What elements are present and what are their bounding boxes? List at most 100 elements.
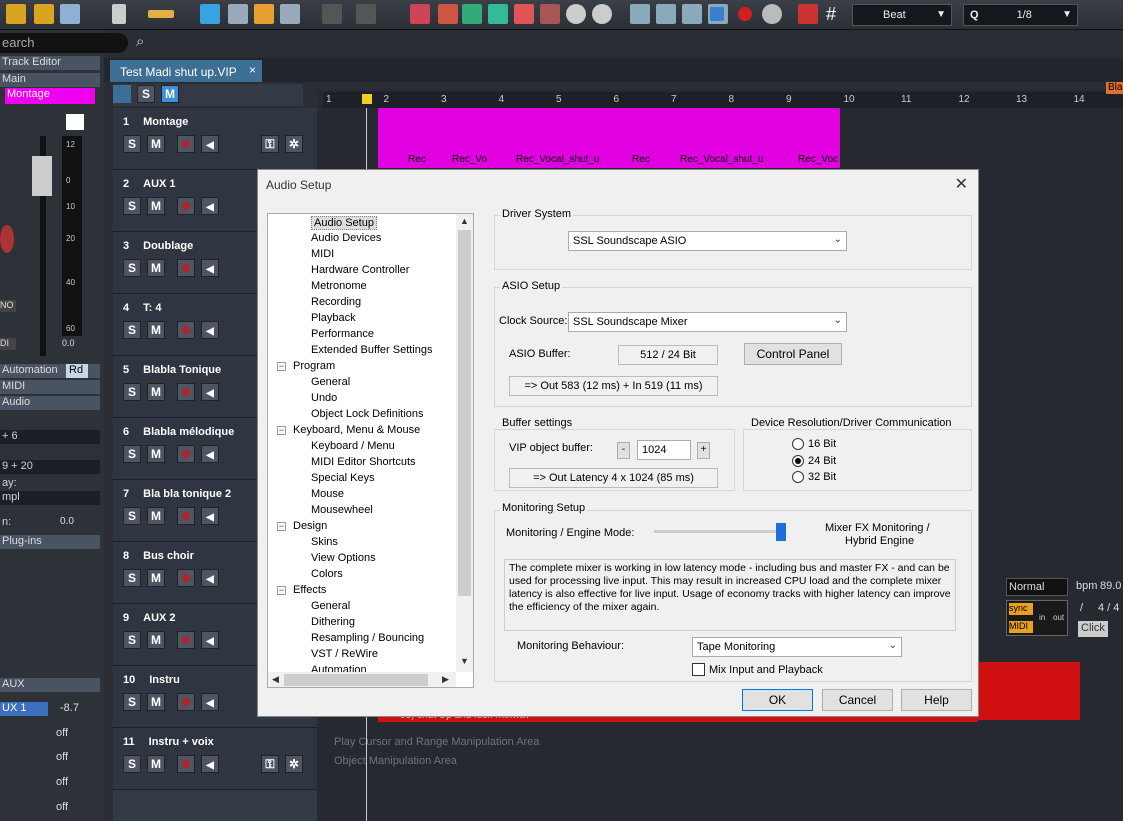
send-off-3[interactable]: off — [56, 776, 68, 788]
tree-item[interactable]: Colors — [311, 568, 343, 580]
aux1-send[interactable]: UX 1 — [0, 702, 48, 716]
tree-item[interactable]: Mousewheel — [311, 504, 373, 516]
range-tool-icon[interactable] — [148, 10, 174, 18]
record-arm-button[interactable] — [177, 197, 195, 215]
search-icon[interactable]: ⌕ — [136, 33, 154, 51]
record-arm-button[interactable] — [177, 693, 195, 711]
search-input[interactable]: earch — [0, 33, 128, 53]
tree-collapse-icon[interactable]: − — [277, 426, 286, 435]
record-arm-button[interactable] — [177, 383, 195, 401]
open-folder-icon[interactable] — [34, 4, 54, 24]
save-icon[interactable] — [60, 4, 80, 24]
marker-i-icon[interactable] — [438, 4, 458, 24]
fx-gear-icon[interactable]: ✲ — [285, 135, 303, 153]
click-button[interactable]: Click — [1078, 621, 1108, 637]
solo-button[interactable]: S — [123, 693, 141, 711]
monitoring-behaviour-select[interactable]: Tape Monitoring ⌄ — [692, 637, 902, 657]
tree-item[interactable]: General — [311, 600, 350, 612]
ampl-field[interactable]: mpl — [0, 491, 100, 505]
loop-icon[interactable] — [656, 4, 676, 24]
pan-knob[interactable] — [0, 225, 14, 253]
record-arm-button[interactable] — [177, 569, 195, 587]
tree-item[interactable]: MIDI — [311, 248, 334, 260]
fx-gear-icon[interactable]: ✲ — [285, 755, 303, 773]
record-arm-button[interactable] — [177, 445, 195, 463]
scroll-down-icon[interactable]: ▼ — [460, 656, 469, 666]
track-select[interactable]: Montage — [5, 88, 95, 104]
tree-horizontal-scrollbar[interactable]: ◀ ▶ — [268, 672, 456, 687]
tree-item[interactable]: Keyboard / Menu — [311, 440, 395, 452]
quantize-select[interactable]: Q 1/8 ▼ — [963, 4, 1078, 26]
marker-s-icon[interactable] — [462, 4, 482, 24]
marker-bla[interactable]: Bla — [1106, 82, 1123, 94]
audio-clip-red[interactable] — [976, 662, 1080, 720]
cut-tool-icon[interactable] — [200, 4, 220, 24]
tree-item[interactable]: MIDI Editor Shortcuts — [311, 456, 416, 468]
mute-button[interactable]: M — [147, 569, 165, 587]
marker-bar-icon[interactable] — [540, 4, 560, 24]
monitor-speaker-button[interactable]: ◀ — [201, 569, 219, 587]
mute-button[interactable]: M — [147, 197, 165, 215]
send-off-4[interactable]: off — [56, 801, 68, 813]
tree-item[interactable]: Audio Devices — [311, 232, 381, 244]
undo-icon[interactable] — [322, 4, 342, 24]
tree-item[interactable]: Undo — [311, 392, 337, 404]
tree-collapse-icon[interactable]: − — [277, 586, 286, 595]
range-start-icon[interactable] — [630, 4, 650, 24]
monitor-speaker-button[interactable]: ◀ — [201, 693, 219, 711]
tree-item[interactable]: Skins — [311, 536, 338, 548]
tree-item[interactable]: Playback — [311, 312, 356, 324]
mix-input-checkbox[interactable] — [692, 663, 705, 676]
tree-item[interactable]: Audio Setup — [311, 216, 377, 230]
monitor-speaker-button[interactable]: ◀ — [201, 755, 219, 773]
speaker-icon[interactable] — [66, 114, 84, 130]
stop-icon[interactable] — [710, 7, 724, 21]
solo-all-button[interactable]: S — [137, 85, 155, 103]
audio-clip-montage[interactable]: Rec Rec_Vo Rec_Vocal_shut_u Rec Rec_Vocal_sh… — [378, 108, 840, 168]
tree-vertical-scrollbar[interactable]: ▲ ▼ — [456, 214, 473, 672]
output-select[interactable]: 9 + 20 — [0, 460, 100, 474]
ok-button[interactable]: OK — [742, 689, 813, 711]
close-icon[interactable]: ✕ — [955, 174, 968, 194]
tree-scroll-thumb[interactable] — [458, 230, 471, 596]
no-button[interactable]: NO — [0, 300, 16, 312]
record-arm-button[interactable] — [177, 321, 195, 339]
solo-button[interactable]: S — [123, 383, 141, 401]
distribute-icon[interactable] — [280, 4, 300, 24]
tree-item[interactable]: Dithering — [311, 616, 355, 628]
read-mode-button[interactable]: Rd — [66, 364, 88, 378]
volume-fader-handle[interactable] — [32, 156, 52, 196]
marker-e-icon[interactable] — [514, 4, 534, 24]
monitor-speaker-button[interactable]: ◀ — [201, 135, 219, 153]
tree-collapse-icon[interactable]: − — [277, 362, 286, 371]
mute-button[interactable]: M — [147, 445, 165, 463]
solo-button[interactable]: S — [123, 569, 141, 587]
driver-system-select[interactable]: SSL Soundscape ASIO ⌄ — [568, 231, 847, 251]
help-button[interactable]: Help — [901, 689, 972, 711]
radio-16-bit[interactable] — [792, 438, 804, 450]
tree-item[interactable]: General — [311, 376, 350, 388]
mute-button[interactable]: M — [147, 135, 165, 153]
solo-button[interactable]: S — [123, 135, 141, 153]
tree-item[interactable]: Keyboard, Menu & Mouse — [293, 424, 420, 436]
input-select[interactable]: + 6 — [0, 430, 100, 444]
solo-button[interactable]: S — [123, 259, 141, 277]
tree-collapse-icon[interactable]: − — [277, 522, 286, 531]
radio-24-bit[interactable] — [792, 455, 804, 467]
timeline-ruler[interactable]: 1 2 3 4 5 6 7 8 9 10 11 12 13 14 — [323, 92, 1123, 108]
settings-gear-icon[interactable] — [762, 4, 782, 24]
tree-item[interactable]: Effects — [293, 584, 326, 596]
clock-source-select[interactable]: SSL Soundscape Mixer ⌄ — [568, 312, 847, 332]
magnet-icon[interactable] — [798, 4, 818, 24]
mute-button[interactable]: M — [147, 631, 165, 649]
tree-item[interactable]: Resampling / Bouncing — [311, 632, 424, 644]
record-arm-button[interactable] — [177, 755, 195, 773]
snap-icon[interactable] — [228, 4, 248, 24]
mute-button[interactable]: M — [147, 321, 165, 339]
tree-item[interactable]: Recording — [311, 296, 361, 308]
buffer-increment-button[interactable]: + — [697, 442, 710, 459]
tree-item[interactable]: Object Lock Definitions — [311, 408, 424, 420]
monitor-speaker-button[interactable]: ◀ — [201, 445, 219, 463]
monitor-speaker-button[interactable]: ◀ — [201, 507, 219, 525]
record-arm-button[interactable] — [177, 135, 195, 153]
